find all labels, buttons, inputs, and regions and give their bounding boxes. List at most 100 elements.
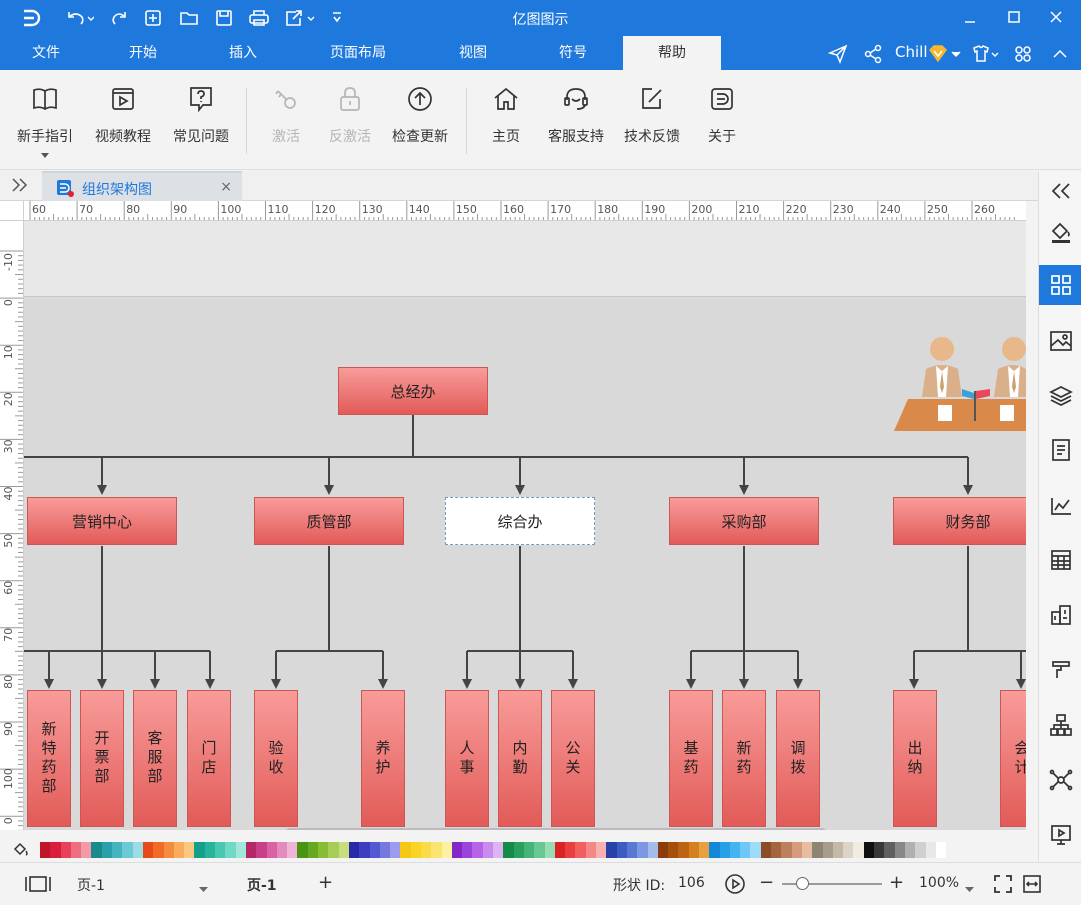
color-swatch[interactable] [256,842,267,858]
color-swatch[interactable] [843,842,854,858]
color-swatch[interactable] [307,842,319,858]
org-node-unit[interactable]: 调拨 [776,690,820,827]
color-swatch[interactable] [184,842,195,858]
color-swatch[interactable] [822,842,833,858]
redo-icon[interactable] [110,6,130,30]
color-swatch[interactable] [719,842,730,858]
org-node-department[interactable]: 质管部 [254,497,404,545]
org-node-unit[interactable]: 验收 [254,690,298,827]
color-swatch[interactable] [554,842,566,858]
close-tab-icon[interactable]: × [220,179,232,195]
customer-support-button[interactable]: 客服支持 [542,82,610,152]
color-swatch[interactable] [328,842,339,858]
color-swatch[interactable] [81,842,92,858]
color-swatch[interactable] [935,842,947,858]
org-node-department[interactable]: 营销中心 [27,497,177,545]
skin-icon[interactable] [970,42,1000,66]
tab-symbols[interactable]: 符号 [540,36,606,70]
check-update-button[interactable]: 检查更新 [384,82,456,152]
document-tab[interactable]: 组织架构图 × [42,171,242,201]
color-swatch[interactable] [451,842,463,858]
color-swatch[interactable] [668,842,679,858]
org-node-unit[interactable]: 门店 [187,690,231,827]
drawing-canvas[interactable]: 总经办 营销中心 质管部 综合办 采购部 财务部 新特药部 开票部 客服部 门店… [24,221,1026,830]
chart-icon[interactable] [1039,486,1081,526]
user-name[interactable]: Chill [895,43,927,61]
color-swatch[interactable] [204,842,216,858]
vip-badge-icon[interactable] [927,42,949,66]
color-swatch[interactable] [379,842,391,858]
color-swatch[interactable] [91,842,102,858]
color-swatch[interactable] [60,842,71,858]
color-swatch[interactable] [853,842,864,858]
color-swatch[interactable] [70,842,82,858]
color-swatch[interactable] [915,842,926,858]
tab-page-layout[interactable]: 页面布局 [316,36,400,70]
color-swatch[interactable] [884,842,895,858]
color-swatch[interactable] [657,842,669,858]
fit-page-icon[interactable] [993,874,1013,898]
expand-library-icon[interactable] [10,177,30,197]
color-swatch[interactable] [369,842,380,858]
color-swatch[interactable] [760,842,772,858]
color-swatch[interactable] [390,842,401,858]
color-swatch[interactable] [699,842,710,858]
color-swatch[interactable] [729,842,741,858]
color-swatch[interactable] [235,842,246,858]
tab-home[interactable]: 开始 [110,36,176,70]
open-folder-icon[interactable] [178,6,200,30]
color-swatch[interactable] [153,842,164,858]
page-selector-dropdown-icon[interactable] [199,881,208,897]
color-swatch[interactable] [472,842,483,858]
presentation-icon[interactable] [1039,815,1081,855]
color-swatch[interactable] [575,842,586,858]
tech-feedback-button[interactable]: 技术反馈 [616,82,688,152]
color-swatch[interactable] [513,842,524,858]
color-swatch[interactable] [215,842,226,858]
color-swatch[interactable] [709,842,720,858]
zoom-in-button[interactable]: + [889,872,904,893]
document-properties-icon[interactable] [1039,430,1081,470]
org-node-department[interactable]: 采购部 [669,497,819,545]
color-swatch[interactable] [894,842,905,858]
color-swatch[interactable] [523,842,535,858]
color-swatch[interactable] [791,842,802,858]
new-file-icon[interactable] [143,6,163,30]
color-swatch[interactable] [225,842,236,858]
color-swatch[interactable] [534,842,545,858]
meeting-clipart[interactable] [894,333,1026,433]
close-window-icon[interactable] [1041,4,1071,30]
video-tutorial-button[interactable]: 视频教程 [88,82,158,152]
org-node-department-selected[interactable]: 综合办 [445,497,595,545]
org-node-unit[interactable]: 人事 [445,690,489,827]
color-swatch[interactable] [122,842,133,858]
page-selector[interactable]: 页-1 [77,875,105,895]
org-node-unit[interactable]: 新特药部 [27,690,71,827]
color-swatch[interactable] [348,842,360,858]
color-swatch[interactable] [688,842,699,858]
customize-toolbar-icon[interactable] [328,6,346,30]
color-swatch[interactable] [606,842,617,858]
org-structure-icon[interactable] [1039,705,1081,745]
color-swatch[interactable] [297,842,308,858]
color-swatch[interactable] [194,842,205,858]
color-swatch[interactable] [626,842,638,858]
apps-icon[interactable] [1012,42,1034,66]
image-icon[interactable] [1039,321,1081,361]
format-painter-icon[interactable] [1039,649,1081,689]
save-icon[interactable] [213,6,235,30]
tab-insert[interactable]: 插入 [210,36,276,70]
library-icon[interactable] [1039,265,1081,305]
color-swatch[interactable] [142,842,154,858]
zoom-dropdown-icon[interactable] [965,881,974,897]
org-node-unit[interactable]: 会计 [1000,690,1026,827]
layers-icon[interactable] [1039,376,1081,416]
color-swatch[interactable] [112,842,123,858]
org-node-unit[interactable]: 客服部 [133,690,177,827]
color-swatch[interactable] [410,842,421,858]
dropdown-arrow-icon[interactable] [41,148,49,163]
user-dropdown-icon[interactable] [950,42,962,66]
fit-width-icon[interactable] [1022,874,1042,898]
minimize-icon[interactable] [955,4,985,30]
color-swatch[interactable] [678,842,689,858]
